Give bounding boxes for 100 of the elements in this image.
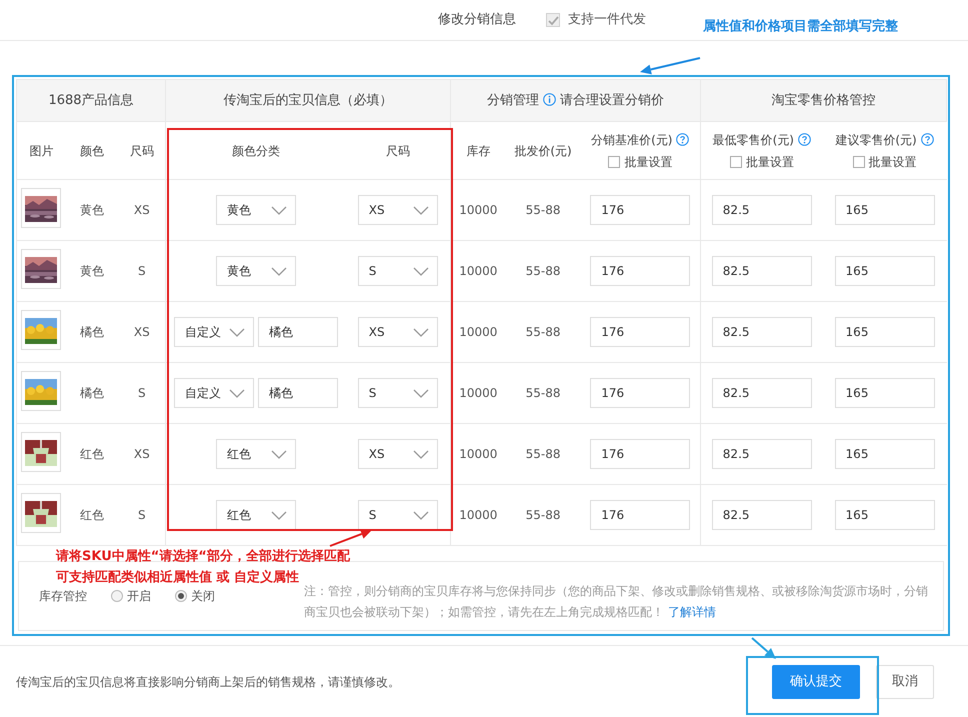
column-header: 尺码 <box>130 144 154 158</box>
dropdown[interactable]: 自定义 <box>174 317 254 347</box>
chevron-icon <box>228 328 245 336</box>
table-cell: 55-88 <box>526 203 560 217</box>
table-cell: S <box>138 508 146 522</box>
price-input[interactable]: 165 <box>834 256 935 286</box>
column-header: 图片 <box>29 144 54 158</box>
radio-label: 关闭 <box>191 588 215 605</box>
table-cell: S <box>138 386 146 400</box>
column-group-header: 1688产品信息 <box>48 92 134 108</box>
table-cell: 55-88 <box>526 264 560 278</box>
dropdown[interactable]: S <box>358 500 438 530</box>
column-group-header: 淘宝零售价格管控 <box>772 92 876 108</box>
table-cell: 10000 <box>459 203 498 217</box>
footer-text: 传淘宝后的宝贝信息将直接影响分销商上架后的销售规格，请谨慎修改。 <box>16 674 400 690</box>
chevron-icon <box>412 328 429 336</box>
dropdown[interactable]: 自定义 <box>174 378 254 408</box>
radio-label: 开启 <box>127 588 151 605</box>
price-input[interactable]: 82.5 <box>712 439 812 469</box>
input-field[interactable]: 橘色 <box>258 317 338 347</box>
table-cell: 红色 <box>80 508 104 522</box>
checkbox[interactable] <box>730 156 742 168</box>
chevron-icon <box>270 450 287 458</box>
table-cell: XS <box>134 203 150 217</box>
table-cell: 10000 <box>459 325 498 339</box>
dropdown[interactable]: 黄色 <box>216 256 296 286</box>
dropdown[interactable]: XS <box>358 317 438 347</box>
dropdown[interactable]: S <box>358 256 438 286</box>
table-cell: 55-88 <box>526 325 560 339</box>
annotation-text: 请将SKU中属性“请选择“部分，全部进行选择匹配 <box>56 548 350 566</box>
column-group-header: 分销管理 <box>487 92 540 108</box>
price-input[interactable]: 176 <box>590 195 690 225</box>
chevron-icon <box>270 266 287 276</box>
chevron-icon <box>412 450 429 458</box>
dropdown[interactable]: XS <box>358 439 438 469</box>
table-cell: 10000 <box>459 386 498 400</box>
price-input[interactable]: 176 <box>590 500 690 530</box>
price-input[interactable]: 82.5 <box>712 256 812 286</box>
chevron-icon <box>412 510 429 520</box>
table-cell: 黄色 <box>80 264 104 278</box>
price-input[interactable]: 165 <box>834 500 935 530</box>
checkbox[interactable] <box>608 156 620 168</box>
column-header: 颜色 <box>80 144 104 158</box>
column-header: 尺码 <box>386 144 410 158</box>
price-input[interactable]: 82.5 <box>712 500 812 530</box>
price-input[interactable]: 82.5 <box>712 378 812 408</box>
table-cell: 55-88 <box>526 508 560 522</box>
chevron-icon <box>412 266 429 276</box>
radio-button[interactable] <box>111 590 123 602</box>
column-header: 库存 <box>466 144 490 158</box>
radio-button[interactable] <box>175 590 187 602</box>
column-header: 分销基准价(元) <box>591 132 672 146</box>
dialog-title: 修改分销信息 <box>438 11 516 30</box>
price-input[interactable]: 165 <box>834 317 935 347</box>
table-cell: 红色 <box>80 447 104 461</box>
price-input[interactable]: 165 <box>834 195 935 225</box>
hint-text: 请合理设置分销价 <box>560 92 664 108</box>
table-cell: 10000 <box>459 447 498 461</box>
price-input[interactable]: 82.5 <box>712 195 812 225</box>
chevron-icon <box>228 388 245 398</box>
table-cell: 55-88 <box>526 447 560 461</box>
cancel-button[interactable]: 取消 <box>876 664 934 698</box>
checkbox-label: 批量设置 <box>624 154 672 170</box>
table-cell: 橘色 <box>80 386 104 400</box>
annotation-text: 属性值和价格项目需全部填写完整 <box>703 18 898 36</box>
setting-label: 库存管控 <box>39 588 87 605</box>
column-header: 建议零售价(元) <box>835 132 917 146</box>
table-cell: 55-88 <box>526 386 560 400</box>
price-input[interactable]: 176 <box>590 378 690 408</box>
checkbox-label: 批量设置 <box>746 154 794 170</box>
input-field[interactable]: 橘色 <box>258 378 338 408</box>
checkbox-label: 支持一件代发 <box>568 11 646 30</box>
dropdown[interactable]: 红色 <box>216 500 296 530</box>
price-input[interactable]: 82.5 <box>712 317 812 347</box>
price-input[interactable]: 165 <box>834 378 935 408</box>
price-input[interactable]: 176 <box>590 317 690 347</box>
column-group-header: 传淘宝后的宝贝信息（必填） <box>224 92 393 108</box>
column-header: 最低零售价(元) <box>712 132 794 146</box>
price-input[interactable]: 176 <box>590 439 690 469</box>
column-header: 批发价(元) <box>514 144 572 158</box>
table-cell: 橘色 <box>80 325 104 339</box>
dropdown[interactable]: XS <box>358 195 438 225</box>
column-header: 颜色分类 <box>232 144 280 158</box>
learn-more-link[interactable]: 了解详情 <box>668 605 716 619</box>
chevron-icon <box>412 388 429 398</box>
note-text: 注：管控，则分销商的宝贝库存将与您保持同步（您的商品下架、修改或删除销售规格、或被移除淘货源市场时，分销商宝贝也会被联动下架）；如需管控，请先在左上角完成规格匹配！ 了解详情 <box>304 583 929 621</box>
checkbox-label: 批量设置 <box>868 154 917 170</box>
dropdown[interactable]: S <box>358 378 438 408</box>
price-input[interactable]: 176 <box>590 256 690 286</box>
chevron-icon <box>412 206 429 214</box>
table-cell: 黄色 <box>80 203 104 217</box>
table-cell: 10000 <box>459 264 498 278</box>
table-cell: XS <box>134 447 150 461</box>
dropdown[interactable]: 红色 <box>216 439 296 469</box>
checkbox[interactable] <box>852 156 865 168</box>
table-cell: 10000 <box>459 508 498 522</box>
price-input[interactable]: 165 <box>834 439 935 469</box>
table-cell: XS <box>134 325 150 339</box>
dropdown[interactable]: 黄色 <box>216 195 296 225</box>
annotation-text: 可支持匹配类似相近属性值 或 自定义属性 <box>56 568 300 587</box>
